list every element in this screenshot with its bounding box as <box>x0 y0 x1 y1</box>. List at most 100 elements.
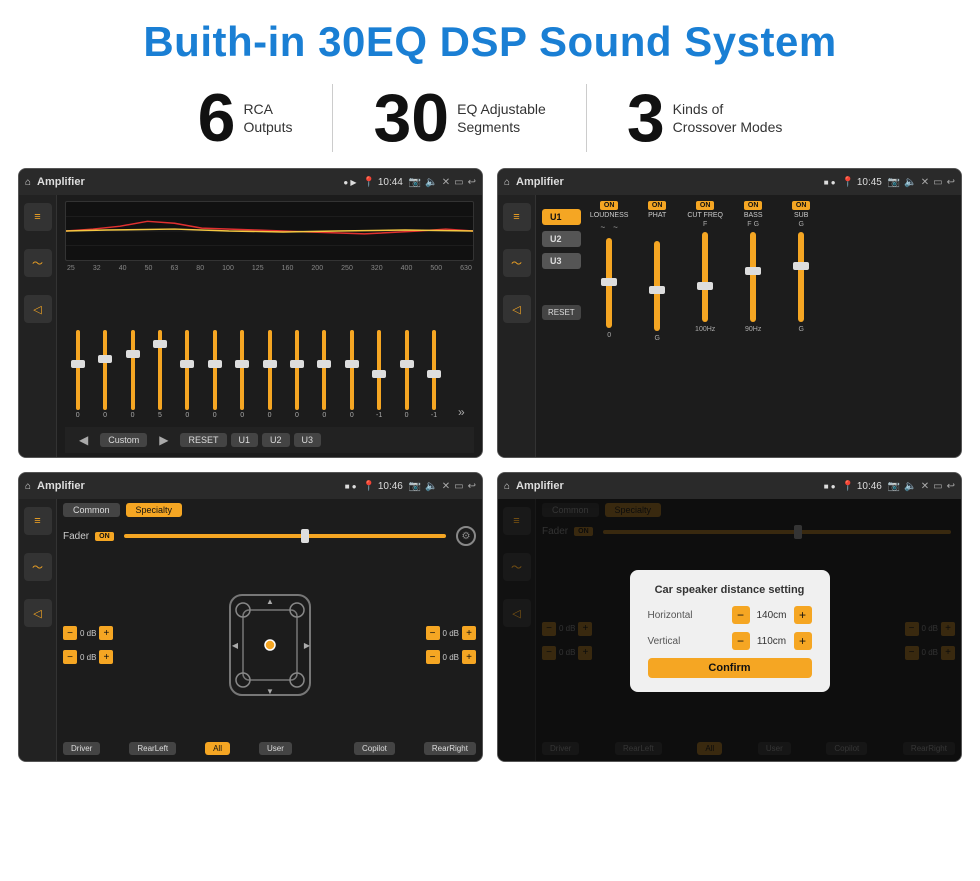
eq-icon-btn-3[interactable]: ≡ <box>24 507 52 535</box>
eq-slider-9[interactable]: 0 <box>284 330 309 419</box>
stat-rca: 6 RCAOutputs <box>158 84 333 152</box>
eq-slider-6[interactable]: 0 <box>202 330 227 419</box>
screen1: ⌂ Amplifier ● ▶ 📍 10:44 📷 🔈 ✕ ▭ ↩ ≡ 〜 ◁ <box>18 168 483 458</box>
rr-plus[interactable]: + <box>462 650 476 664</box>
u2-btn[interactable]: U2 <box>262 433 290 447</box>
eq-slider-10[interactable]: 0 <box>312 330 337 419</box>
back-icon-4[interactable]: ↩ <box>947 481 955 492</box>
home-icon-3[interactable]: ⌂ <box>25 481 31 492</box>
rr-minus[interactable]: − <box>426 650 440 664</box>
home-icon-2[interactable]: ⌂ <box>504 177 510 188</box>
vertical-stepper: − 110cm + <box>732 632 812 650</box>
fl-plus[interactable]: + <box>99 626 113 640</box>
vertical-minus[interactable]: − <box>732 632 750 650</box>
dialog-title: Car speaker distance setting <box>648 584 812 596</box>
screen3-body: ≡ 〜 ◁ Common Specialty Fader ON ⚙ <box>19 499 482 762</box>
copilot-btn[interactable]: Copilot <box>354 742 395 755</box>
eq-slider-2[interactable]: 0 <box>92 330 117 419</box>
confirm-button[interactable]: Confirm <box>648 658 812 678</box>
rear-left-db: − 0 dB + <box>63 650 113 664</box>
back-icon-3[interactable]: ↩ <box>468 481 476 492</box>
screen3-main: Common Specialty Fader ON ⚙ <box>57 499 482 762</box>
wave-icon-btn-3[interactable]: 〜 <box>24 553 52 581</box>
driver-btn[interactable]: Driver <box>63 742 100 755</box>
screen4-topbar: ⌂ Amplifier ■ ● 📍 10:46 📷 🔈 ✕ ▭ ↩ <box>498 473 961 499</box>
fl-value: 0 dB <box>80 629 96 638</box>
wave-icon-btn[interactable]: 〜 <box>24 249 52 277</box>
stat-label-rca: RCAOutputs <box>243 100 292 136</box>
u3-preset[interactable]: U3 <box>542 253 581 269</box>
reset-btn[interactable]: RESET <box>180 433 226 447</box>
stat-label-eq: EQ AdjustableSegments <box>457 100 546 136</box>
rearright-btn[interactable]: RearRight <box>424 742 476 755</box>
prev-btn[interactable]: ◀ <box>71 431 96 449</box>
reset-preset[interactable]: RESET <box>542 305 581 320</box>
screen3-bottom-btns: Driver RearLeft All User Copilot RearRig… <box>63 738 476 759</box>
eq-slider-4[interactable]: 5 <box>147 330 172 419</box>
eq-slider-3[interactable]: 0 <box>120 330 145 419</box>
u3-btn[interactable]: U3 <box>294 433 322 447</box>
u1-preset[interactable]: U1 <box>542 209 581 225</box>
rl-plus[interactable]: + <box>99 650 113 664</box>
stat-eq: 30 EQ AdjustableSegments <box>332 84 586 152</box>
back-icon-2[interactable]: ↩ <box>947 177 955 188</box>
back-icon[interactable]: ↩ <box>468 177 476 188</box>
eq-slider-5[interactable]: 0 <box>175 330 200 419</box>
volume-icon-4: 🔈 <box>904 481 916 492</box>
common-tab-3[interactable]: Common <box>63 503 120 517</box>
u1-btn[interactable]: U1 <box>231 433 259 447</box>
specialty-tab-3[interactable]: Specialty <box>126 503 183 517</box>
rr-value: 0 dB <box>443 653 459 662</box>
eq-freq-labels: 2532405063 80100125160200 25032040050063… <box>65 265 474 272</box>
vertical-plus[interactable]: + <box>794 632 812 650</box>
screen3-left: ≡ 〜 ◁ <box>19 499 57 762</box>
home-icon-4[interactable]: ⌂ <box>504 481 510 492</box>
fader-on-badge[interactable]: ON <box>95 532 114 541</box>
camera-icon: 📷 <box>409 177 421 188</box>
user-btn[interactable]: User <box>259 742 292 755</box>
eq-slider-14[interactable]: -1 <box>421 330 446 419</box>
eq-slider-13[interactable]: 0 <box>394 330 419 419</box>
x-icon-2: ✕ <box>921 177 929 188</box>
fl-minus[interactable]: − <box>63 626 77 640</box>
fr-plus[interactable]: + <box>462 626 476 640</box>
fader-label: Fader <box>63 531 89 542</box>
eq-expand-btn[interactable]: » <box>449 405 474 419</box>
screen3-topbar: ⌂ Amplifier ■ ● 📍 10:46 📷 🔈 ✕ ▭ ↩ <box>19 473 482 499</box>
horizontal-plus[interactable]: + <box>794 606 812 624</box>
eq-slider-11[interactable]: 0 <box>339 330 364 419</box>
fader-row: Fader ON ⚙ <box>63 526 476 546</box>
settings-icon[interactable]: ⚙ <box>456 526 476 546</box>
screen2-topbar: ⌂ Amplifier ■ ● 📍 10:45 📷 🔈 ✕ ▭ ↩ <box>498 169 961 195</box>
speaker-icon-btn-2[interactable]: ◁ <box>503 295 531 323</box>
screen3-time: 📍 10:46 <box>363 481 403 492</box>
dots-icon-4: ■ ● <box>824 482 836 491</box>
dots-icon-3: ■ ● <box>345 482 357 491</box>
rearleft-btn[interactable]: RearLeft <box>129 742 176 755</box>
eq-slider-8[interactable]: 0 <box>257 330 282 419</box>
eq-icon-btn-2[interactable]: ≡ <box>503 203 531 231</box>
wave-icon-btn-2[interactable]: 〜 <box>503 249 531 277</box>
page-title: Buith-in 30EQ DSP Sound System <box>0 0 980 76</box>
vertical-value: 110cm <box>754 636 790 647</box>
home-icon[interactable]: ⌂ <box>25 177 31 188</box>
eq-icon-btn[interactable]: ≡ <box>24 203 52 231</box>
all-btn[interactable]: All <box>205 742 230 755</box>
rl-minus[interactable]: − <box>63 650 77 664</box>
fr-minus[interactable]: − <box>426 626 440 640</box>
screen1-body: ≡ 〜 ◁ 2532405063 80100125160200 <box>19 195 482 458</box>
stat-crossover: 3 Kinds ofCrossover Modes <box>587 84 823 152</box>
speaker-icon-btn[interactable]: ◁ <box>24 295 52 323</box>
stat-number-crossover: 3 <box>627 84 665 152</box>
eq-slider-12[interactable]: -1 <box>366 330 391 419</box>
speaker-icon-btn-3[interactable]: ◁ <box>24 599 52 627</box>
eq-slider-7[interactable]: 0 <box>229 330 254 419</box>
eq-slider-1[interactable]: 0 <box>65 330 90 419</box>
screen1-title: Amplifier <box>37 176 337 188</box>
horizontal-minus[interactable]: − <box>732 606 750 624</box>
u2-preset[interactable]: U2 <box>542 231 581 247</box>
x-icon-3: ✕ <box>442 481 450 492</box>
screen1-time: 📍 10:44 <box>363 177 403 188</box>
play-btn[interactable]: ▶ <box>151 431 176 449</box>
custom-btn[interactable]: Custom <box>100 433 147 447</box>
